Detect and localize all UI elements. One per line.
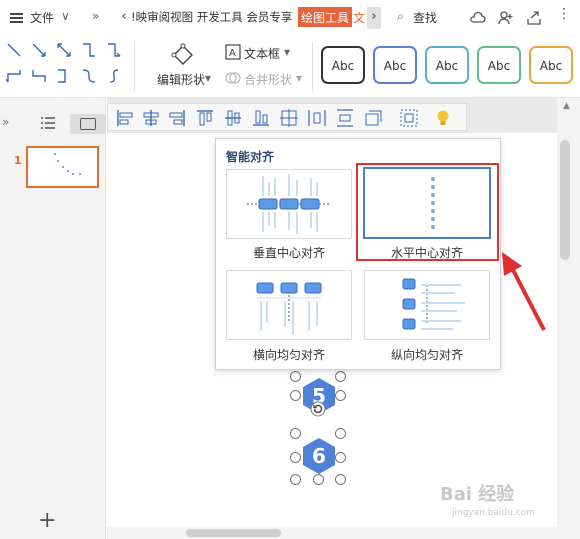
merge-shape-button: 合并形状 — [244, 73, 293, 87]
align-middle-icon[interactable] — [222, 107, 244, 129]
prev-tab-button[interactable]: ‹ — [117, 7, 131, 29]
elbow-double-arrow-icon[interactable] — [6, 68, 22, 84]
watermark-url: jingyan.baidu.com — [452, 508, 536, 518]
more-icon[interactable]: » — [92, 9, 99, 23]
curved-connector-icon[interactable] — [81, 68, 97, 84]
align-center-icon[interactable] — [140, 107, 162, 129]
edit-shape-dropdown-icon[interactable]: ▾ — [205, 71, 211, 85]
align-bottom-icon[interactable] — [250, 107, 272, 129]
edit-shape-button[interactable]: 编辑形状 — [157, 71, 205, 88]
option-vertical-center-label: 垂直中心对齐 — [252, 246, 325, 260]
elbow-connector-icon[interactable] — [81, 42, 97, 58]
smart-align-icon[interactable] — [278, 107, 300, 129]
rotate-handle-icon[interactable] — [310, 401, 326, 417]
option-horizontal-distribute-align[interactable] — [226, 270, 352, 340]
highlight-box — [356, 163, 499, 261]
resize-handle[interactable] — [335, 428, 346, 439]
option-vertical-distribute-label: 纵向均匀对齐 — [390, 348, 463, 362]
ribbon-separator — [312, 42, 313, 92]
annotation-arrow — [502, 252, 546, 331]
search-icon[interactable]: ⌕ — [397, 9, 404, 24]
dropdown-title: 智能对齐 — [226, 150, 275, 164]
style-sample-4[interactable]: Abc — [477, 46, 521, 84]
elbow-arrow-connector-icon[interactable] — [106, 42, 122, 58]
chevron-down-icon[interactable]: ∨ — [61, 9, 70, 23]
style-sample-1[interactable]: Abc — [321, 46, 365, 84]
style-sample-2[interactable]: Abc — [373, 46, 417, 84]
outline-view-icon[interactable] — [40, 116, 56, 130]
horizontal-scroll-thumb[interactable] — [186, 529, 281, 537]
horizontal-scrollbar[interactable] — [107, 527, 557, 539]
resize-handle[interactable] — [290, 371, 301, 382]
resize-handle[interactable] — [290, 452, 301, 463]
connector-gallery — [6, 42, 124, 90]
textbox-button[interactable]: 文本框 — [244, 45, 280, 62]
resize-handle[interactable] — [335, 474, 346, 485]
option-vertical-distribute-align[interactable] — [364, 270, 490, 340]
resize-handle[interactable] — [290, 390, 301, 401]
resize-handle[interactable] — [335, 452, 346, 463]
horizontal-distribute-preview-icon — [256, 282, 322, 335]
more-options-icon[interactable]: ⋮ — [557, 6, 571, 22]
menu-bar: 文件 ∨ » ‹ !映审阅视图 开发工具 会员专享 绘图工具 文 › ⌕ 查找 … — [0, 0, 580, 36]
ribbon-tabs[interactable]: !映审阅视图 开发工具 会员专享 — [131, 9, 292, 25]
tab-drawing-tools[interactable]: 绘图工具 — [298, 7, 353, 27]
curved-elbow-icon[interactable] — [31, 68, 47, 84]
resize-handle[interactable] — [290, 428, 301, 439]
option-horizontal-distribute-label: 横向均匀对齐 — [252, 348, 325, 362]
style-sample-3[interactable]: Abc — [425, 46, 469, 84]
scroll-up-icon[interactable]: ▲ — [563, 101, 570, 111]
vertical-scroll-thumb[interactable] — [560, 140, 570, 260]
align-top-icon[interactable] — [194, 107, 216, 129]
vertical-distribute-preview-icon — [402, 278, 465, 330]
vertical-center-align-preview-icon — [247, 174, 331, 234]
group-icon[interactable] — [398, 107, 420, 129]
collapse-panel-icon[interactable]: » — [2, 115, 9, 129]
align-to-slide-icon[interactable] — [362, 107, 384, 129]
slide-number: 1 — [14, 154, 22, 167]
distribute-horizontal-icon[interactable] — [306, 107, 328, 129]
next-tab-button[interactable]: › — [367, 7, 381, 29]
textbox-icon[interactable]: A — [225, 44, 241, 60]
cloud-icon[interactable] — [469, 9, 487, 27]
add-user-icon[interactable] — [497, 9, 515, 27]
add-slide-icon[interactable]: + — [38, 508, 56, 533]
share-icon[interactable] — [525, 9, 543, 27]
svg-text:A: A — [229, 48, 236, 59]
arrow-connector-icon[interactable] — [31, 42, 47, 58]
slide-panel: » 1 + — [0, 98, 106, 539]
straight-connector-icon[interactable] — [6, 42, 22, 58]
ribbon-separator — [134, 42, 135, 92]
slide-thumbnail[interactable] — [26, 146, 99, 188]
merge-shape-dropdown-icon: ▾ — [296, 71, 303, 85]
double-arrow-connector-icon[interactable] — [56, 42, 72, 58]
watermark-logo: Bai 经验 — [440, 484, 515, 505]
slide-view-tab[interactable] — [70, 114, 106, 134]
distribute-vertical-icon[interactable] — [334, 107, 356, 129]
align-left-icon[interactable] — [114, 107, 136, 129]
merge-shape-icon — [225, 72, 241, 84]
step-connector-icon[interactable] — [56, 68, 72, 84]
edit-shape-icon[interactable] — [170, 42, 196, 68]
menu-icon[interactable] — [10, 13, 23, 23]
resize-handle[interactable] — [335, 371, 346, 382]
slide-thumbnail-content — [54, 153, 81, 175]
style-sample-5[interactable]: Abc — [529, 46, 573, 84]
slide-view-icon — [80, 118, 96, 130]
ribbon: 编辑形状 ▾ A 文本框 ▾ 合并形状 ▾ Abc Abc Abc Abc Ab… — [0, 36, 580, 98]
align-right-icon[interactable] — [166, 107, 188, 129]
textbox-dropdown-icon[interactable]: ▾ — [284, 45, 290, 59]
resize-handle[interactable] — [290, 474, 301, 485]
tab-text[interactable]: 文 — [353, 9, 365, 26]
resize-handle[interactable] — [335, 390, 346, 401]
file-menu[interactable]: 文件 — [30, 9, 54, 26]
align-toolbar — [107, 103, 467, 131]
option-vertical-center-align[interactable] — [226, 169, 352, 239]
lightbulb-icon[interactable] — [432, 107, 454, 129]
search-button[interactable]: 查找 — [413, 9, 437, 26]
resize-handle[interactable] — [313, 474, 324, 485]
s-curve-connector-icon[interactable] — [106, 68, 122, 84]
